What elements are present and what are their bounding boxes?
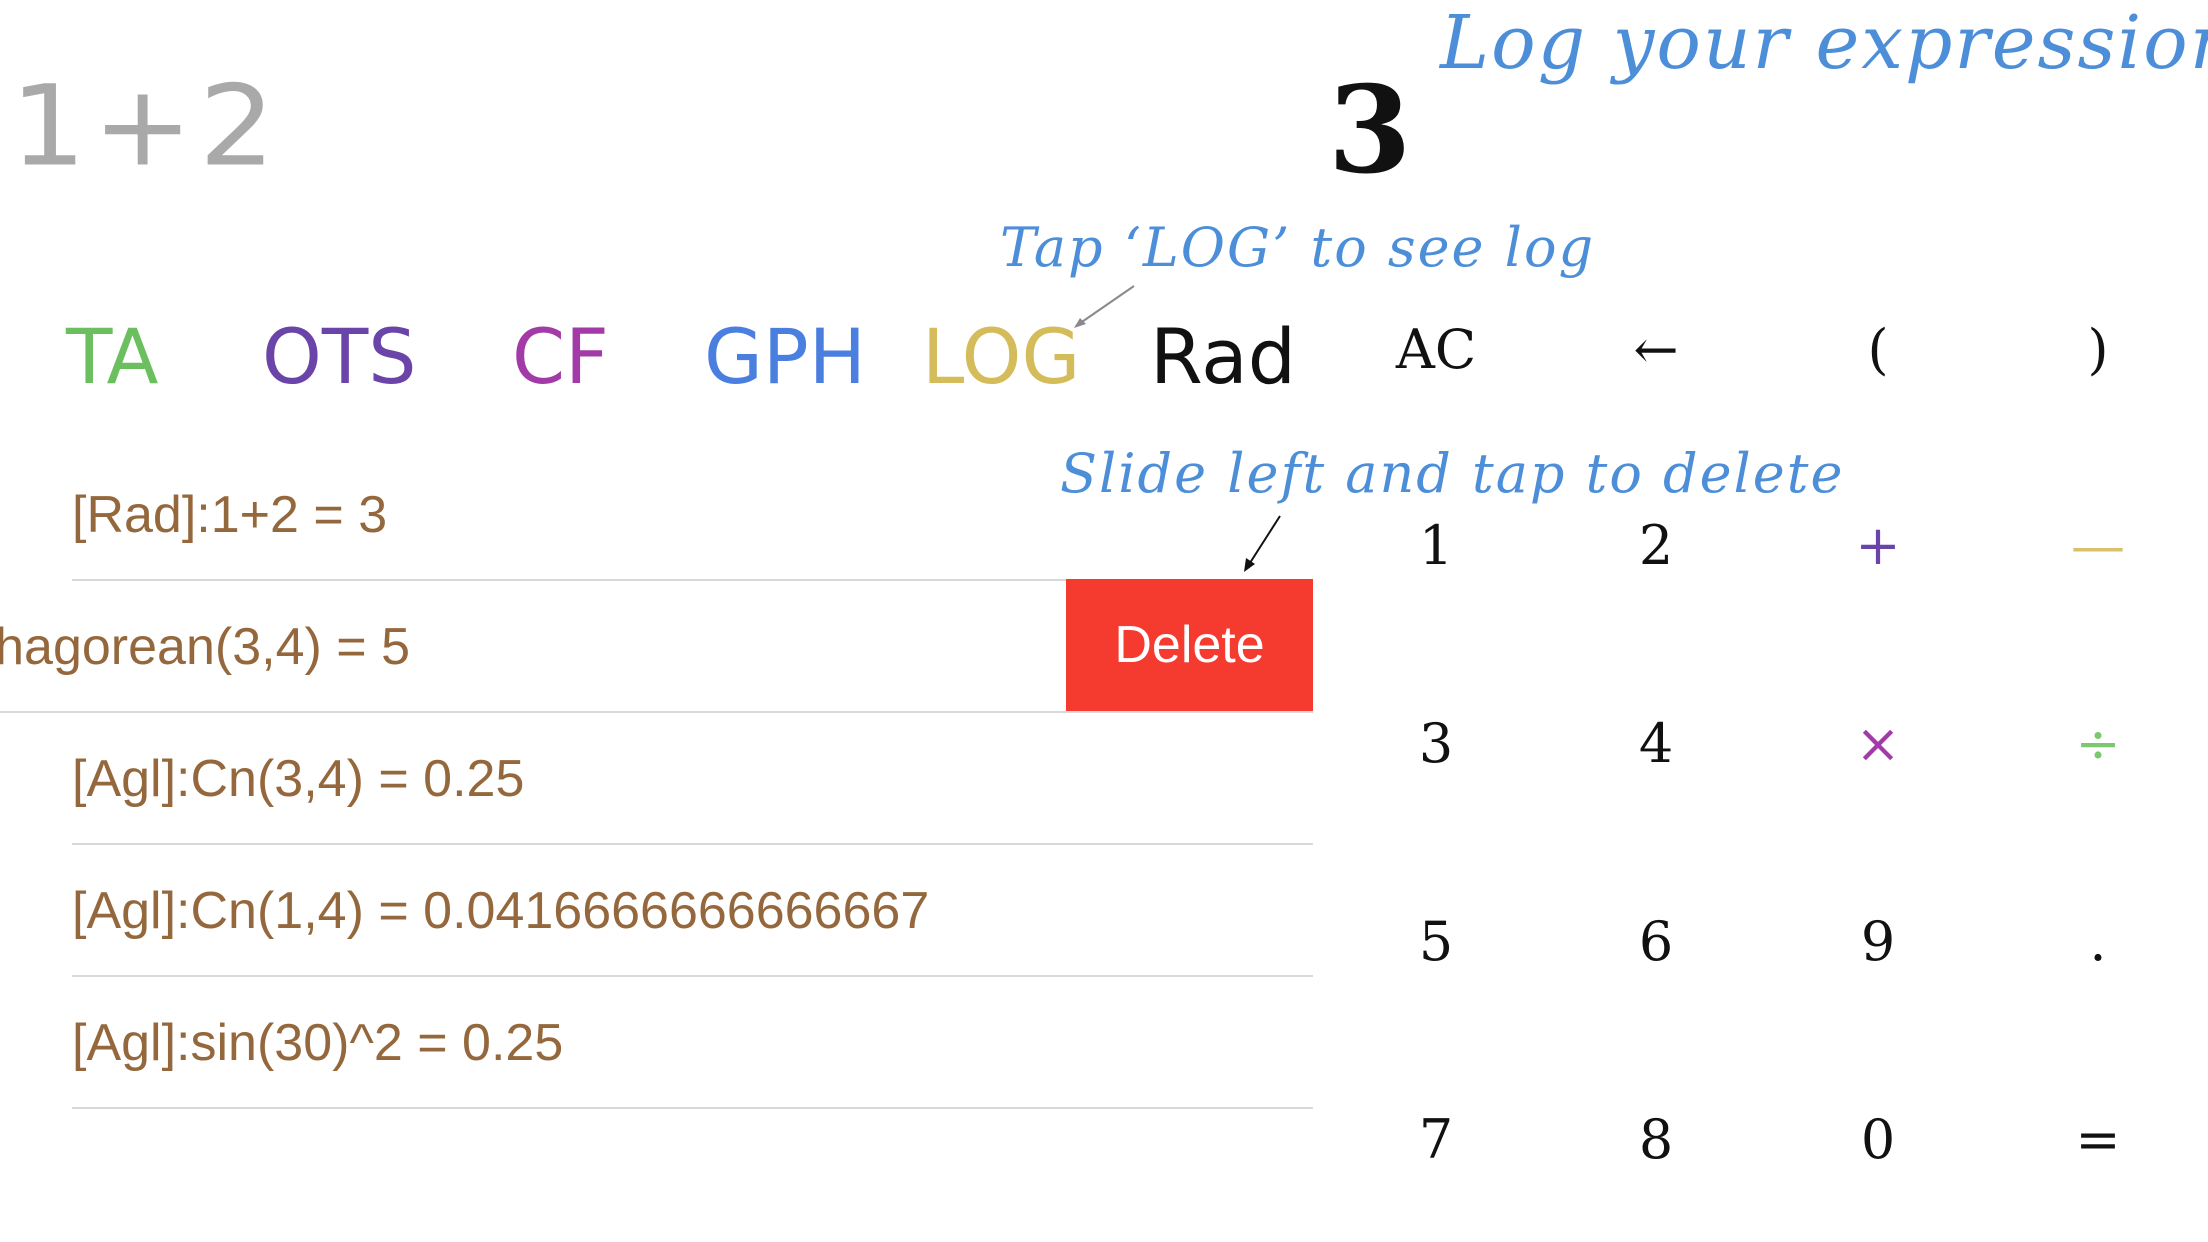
left-paren-button[interactable]: ( bbox=[1818, 318, 1938, 381]
key-0-button[interactable]: 0 bbox=[1818, 1108, 1938, 1171]
plus-button[interactable]: + bbox=[1818, 514, 1938, 577]
tab-ta[interactable]: TA bbox=[66, 312, 159, 401]
tab-gph[interactable]: GPH bbox=[704, 312, 866, 401]
tab-ta-label: TA bbox=[66, 312, 159, 401]
key-4-button[interactable]: 4 bbox=[1596, 712, 1716, 775]
annotation-log-expressions: Log your expressions bbox=[1440, 0, 2208, 86]
log-row[interactable]: [Agl]:Cn(3,4) = 0.25 bbox=[72, 711, 1313, 845]
key-7-button[interactable]: 7 bbox=[1376, 1108, 1496, 1171]
ac-button[interactable]: AC bbox=[1376, 318, 1496, 381]
equals-button[interactable]: = bbox=[2038, 1108, 2158, 1171]
divide-button[interactable]: ÷ bbox=[2038, 712, 2158, 775]
key-3-button[interactable]: 3 bbox=[1376, 712, 1496, 775]
key-2-button[interactable]: 2 bbox=[1596, 514, 1716, 577]
key-6-button[interactable]: 6 bbox=[1596, 910, 1716, 973]
log-entry-text: Pythagorean(3,4) = 5 bbox=[0, 618, 410, 676]
log-entry-text: [Rad]:1+2 = 3 bbox=[72, 486, 388, 544]
key-9-button[interactable]: 9 bbox=[1818, 910, 1938, 973]
log-row[interactable]: [Agl]:Cn(1,4) = 0.0416666666666667 bbox=[72, 843, 1313, 977]
log-row[interactable]: [Rad]:1+2 = 3 bbox=[72, 447, 1313, 581]
result-display: 3 bbox=[1328, 60, 1412, 201]
tap-log-arrow-icon bbox=[1074, 285, 1135, 328]
tab-rad-label: Rad bbox=[1150, 312, 1296, 401]
annotation-tap-log: Tap ‘LOG’ to see log bbox=[1000, 216, 1596, 279]
tab-log[interactable]: LOG bbox=[922, 312, 1080, 401]
tab-cf[interactable]: CF bbox=[512, 312, 609, 401]
tab-cf-label: CF bbox=[512, 312, 609, 401]
key-5-button[interactable]: 5 bbox=[1376, 910, 1496, 973]
key-1-button[interactable]: 1 bbox=[1376, 514, 1496, 577]
tab-ots[interactable]: OTS bbox=[262, 312, 417, 401]
log-row[interactable]: [Agl]:sin(30)^2 = 0.25 bbox=[72, 975, 1313, 1109]
right-paren-button[interactable]: ) bbox=[2038, 318, 2158, 381]
tab-ots-label: OTS bbox=[262, 312, 417, 401]
expression-display: 1+2 bbox=[10, 62, 282, 192]
backspace-button[interactable]: ← bbox=[1596, 318, 1716, 381]
times-button[interactable]: × bbox=[1818, 712, 1938, 775]
tab-rad[interactable]: Rad bbox=[1150, 312, 1296, 401]
tab-gph-label: GPH bbox=[704, 312, 866, 401]
minus-button[interactable]: — bbox=[2038, 514, 2158, 577]
log-entry-text: [Agl]:Cn(3,4) = 0.25 bbox=[72, 750, 525, 808]
log-entry-text: [Agl]:sin(30)^2 = 0.25 bbox=[72, 1014, 564, 1072]
key-8-button[interactable]: 8 bbox=[1596, 1108, 1716, 1171]
decimal-point-button[interactable]: . bbox=[2038, 910, 2158, 973]
delete-button[interactable]: Delete bbox=[1066, 579, 1313, 711]
tab-log-label: LOG bbox=[922, 312, 1081, 401]
log-entry-text: [Agl]:Cn(1,4) = 0.0416666666666667 bbox=[72, 882, 930, 940]
